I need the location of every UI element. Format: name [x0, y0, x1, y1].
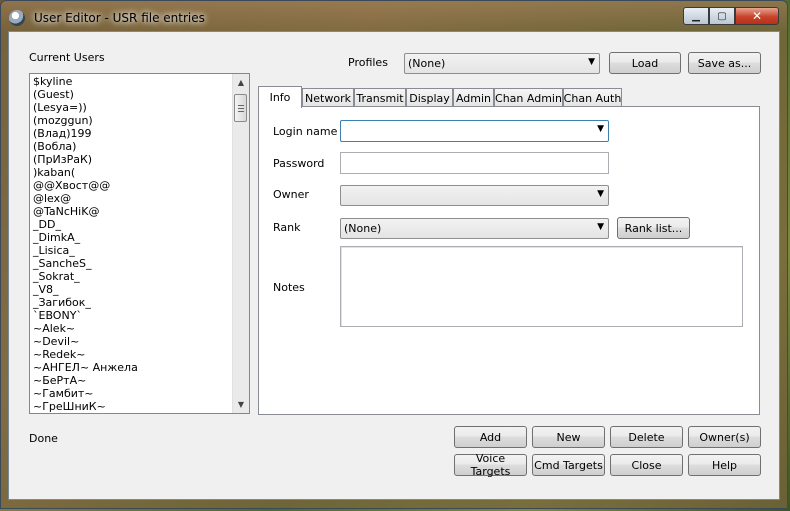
- close-window-button[interactable]: ✕: [735, 7, 779, 25]
- tab-label: Display: [409, 91, 450, 105]
- tab-info[interactable]: Info: [258, 86, 302, 108]
- scroll-up-arrow-icon[interactable]: ▲: [233, 74, 249, 91]
- maximize-button[interactable]: ▢: [709, 7, 735, 25]
- title-bar[interactable]: User Editor - USR file entries ▁ ▢ ✕: [1, 1, 787, 33]
- login-name-label: Login name: [273, 125, 338, 138]
- list-item[interactable]: (Вобла): [33, 140, 138, 153]
- window-title: User Editor - USR file entries: [34, 11, 205, 25]
- list-item[interactable]: (ПрИзРаК): [33, 153, 138, 166]
- list-item[interactable]: )kaban(: [33, 166, 138, 179]
- list-item[interactable]: ~Redek~: [33, 348, 138, 361]
- list-item[interactable]: _Sokrat_: [33, 270, 138, 283]
- tab-chan-admin[interactable]: Chan Admin: [494, 88, 563, 107]
- profiles-selected: (None): [408, 57, 446, 70]
- status-text: Done: [29, 432, 58, 445]
- owner-label: Owner: [273, 188, 309, 201]
- users-list: $kyline (Guest) (Lesya=)) (mozggun) (Влад)19…: [33, 75, 138, 413]
- add-button[interactable]: Add: [454, 426, 527, 448]
- app-icon: [9, 10, 25, 26]
- list-item[interactable]: _V8_: [33, 283, 138, 296]
- new-button[interactable]: New: [532, 426, 605, 448]
- list-item[interactable]: ~АНГЕЛ~ Анжела: [33, 361, 138, 374]
- list-item[interactable]: `EBONY`: [33, 309, 138, 322]
- chevron-down-icon: ▼: [588, 57, 595, 67]
- owner-dropdown[interactable]: ▼: [340, 185, 609, 206]
- voice-targets-button[interactable]: Voice Targets: [454, 452, 527, 478]
- delete-button[interactable]: Delete: [610, 426, 683, 448]
- tab-transmit[interactable]: Transmit: [354, 88, 406, 107]
- users-scrollbar[interactable]: ▲ ▼: [232, 74, 249, 413]
- list-item[interactable]: _DD_: [33, 218, 138, 231]
- list-item[interactable]: @@Хвост@@: [33, 179, 138, 192]
- list-item[interactable]: @lex@: [33, 192, 138, 205]
- chevron-down-icon: ▼: [597, 222, 604, 232]
- list-item[interactable]: (Guest): [33, 88, 138, 101]
- list-item[interactable]: ~Devil~: [33, 335, 138, 348]
- rank-value: (None): [344, 222, 382, 235]
- tab-network[interactable]: Network: [302, 88, 354, 107]
- password-field[interactable]: [340, 152, 609, 174]
- minimize-button[interactable]: ▁: [683, 7, 709, 25]
- cmd-targets-button[interactable]: Cmd Targets: [532, 454, 605, 476]
- list-item[interactable]: @TaNcHiK@: [33, 205, 138, 218]
- close-button[interactable]: Close: [610, 454, 683, 476]
- tab-display[interactable]: Display: [406, 88, 453, 107]
- load-button[interactable]: Load: [609, 52, 681, 74]
- profiles-label: Profiles: [348, 56, 388, 69]
- password-label: Password: [273, 157, 325, 170]
- tab-chan-auth[interactable]: Chan Auth: [563, 88, 622, 107]
- list-item[interactable]: (Влад)199: [33, 127, 138, 140]
- tab-label: Chan Admin: [495, 91, 562, 105]
- tab-label: Admin: [455, 91, 492, 105]
- list-item[interactable]: _Загибок_: [33, 296, 138, 309]
- profiles-dropdown[interactable]: (None) ▼: [404, 53, 600, 74]
- notes-textarea[interactable]: [340, 246, 743, 327]
- minimize-icon: ▁: [692, 10, 700, 22]
- list-item[interactable]: ~БеРтА~: [33, 374, 138, 387]
- tab-label: Transmit: [356, 91, 404, 105]
- list-item[interactable]: ~Alek~: [33, 322, 138, 335]
- login-name-combo[interactable]: ▼: [340, 120, 609, 142]
- tab-label: Info: [269, 91, 291, 104]
- list-item[interactable]: _DimkA_: [33, 231, 138, 244]
- list-item[interactable]: ~ГреШниК~: [33, 400, 138, 413]
- rank-list-button[interactable]: Rank list...: [617, 217, 690, 239]
- list-item[interactable]: ~Гамбит~: [33, 387, 138, 400]
- rank-dropdown[interactable]: (None) ▼: [340, 218, 609, 239]
- current-users-label: Current Users: [29, 51, 105, 64]
- list-item[interactable]: $kyline: [33, 75, 138, 88]
- list-item[interactable]: (mozggun): [33, 114, 138, 127]
- scroll-thumb[interactable]: [234, 94, 247, 122]
- scroll-down-arrow-icon[interactable]: ▼: [233, 396, 249, 413]
- rank-label: Rank: [273, 221, 301, 234]
- chevron-down-icon: ▼: [597, 124, 604, 134]
- save-as-button[interactable]: Save as...: [688, 52, 761, 74]
- tab-label: Chan Auth: [563, 91, 622, 105]
- chevron-down-icon: ▼: [597, 189, 604, 199]
- users-listbox[interactable]: $kyline (Guest) (Lesya=)) (mozggun) (Влад)19…: [29, 73, 250, 414]
- notes-label: Notes: [273, 281, 305, 294]
- owners-button[interactable]: Owner(s): [688, 426, 761, 448]
- list-item[interactable]: _SancheS_: [33, 257, 138, 270]
- list-item[interactable]: _Lisica_: [33, 244, 138, 257]
- maximize-icon: ▢: [717, 10, 727, 22]
- tab-label: Network: [305, 91, 351, 105]
- close-icon: ✕: [751, 9, 763, 23]
- list-item[interactable]: (Lesya=)): [33, 101, 138, 114]
- caption-buttons: ▁ ▢ ✕: [683, 7, 779, 27]
- tab-admin[interactable]: Admin: [453, 88, 494, 107]
- help-button[interactable]: Help: [688, 454, 761, 476]
